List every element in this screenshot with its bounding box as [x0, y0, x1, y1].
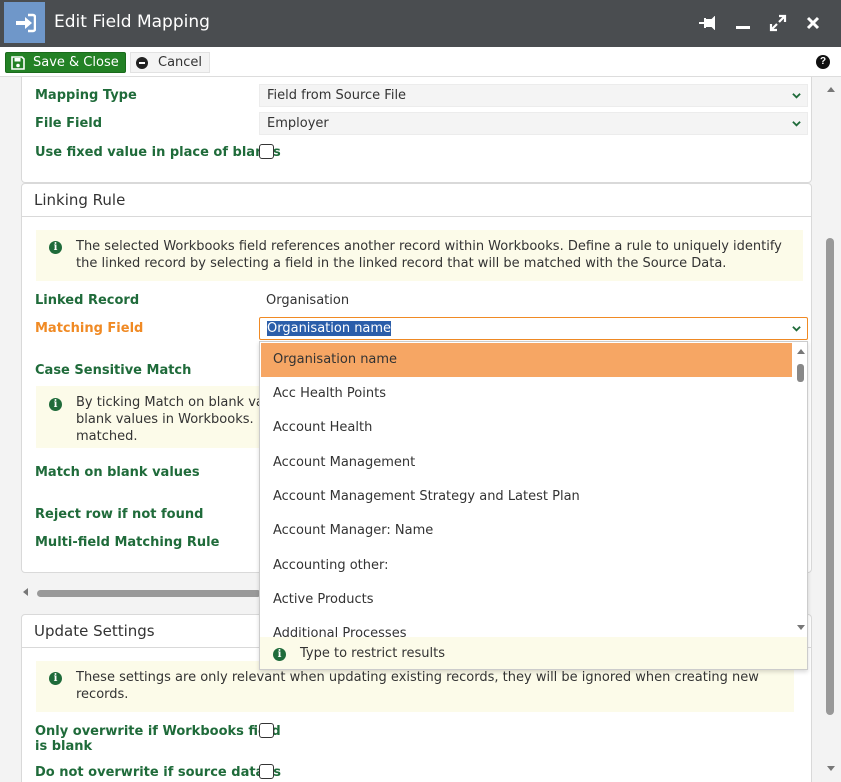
- dropdown-option[interactable]: Account Manager: Name: [261, 514, 792, 548]
- info-icon: i: [49, 398, 62, 411]
- window-titlebar: Edit Field Mapping: [0, 0, 841, 47]
- file-field-label: File Field: [35, 116, 103, 131]
- blank-info-box: i By ticking Match on blank va blank val…: [36, 386, 276, 448]
- dropdown-option[interactable]: Acc Health Points: [261, 377, 792, 411]
- use-fixed-value-label: Use fixed value in place of blanks: [35, 145, 281, 160]
- form-content: Mapping Type Field from Source File File…: [0, 77, 841, 782]
- dropdown-option[interactable]: Account Management: [261, 446, 792, 480]
- matching-field-select[interactable]: Organisation name: [259, 317, 808, 340]
- info-icon: i: [273, 648, 286, 661]
- blank-info-line-3: matched.: [76, 429, 138, 444]
- file-field-select[interactable]: Employer: [259, 112, 808, 135]
- linking-rule-heading: Linking Rule: [22, 184, 811, 217]
- blank-info-line-2: blank values in Workbooks. I: [76, 412, 262, 427]
- linked-record-label: Linked Record: [35, 293, 140, 308]
- do-not-overwrite-checkbox[interactable]: [259, 764, 274, 779]
- dropdown-option[interactable]: Organisation name: [261, 343, 792, 377]
- scroll-down-icon[interactable]: [796, 624, 806, 632]
- dropdown-option[interactable]: Active Products: [261, 583, 792, 617]
- scroll-down-icon[interactable]: [826, 765, 836, 773]
- window-title: Edit Field Mapping: [54, 12, 210, 32]
- toolbar: Save & Close Cancel ?: [0, 47, 841, 77]
- mapping-type-select[interactable]: Field from Source File: [259, 84, 808, 107]
- help-icon[interactable]: ?: [816, 55, 830, 69]
- update-info-text: These settings are only relevant when up…: [76, 670, 759, 702]
- mapping-type-label: Mapping Type: [35, 88, 137, 103]
- dropdown-hint-text: Type to restrict results: [300, 646, 445, 661]
- info-icon: i: [49, 672, 62, 685]
- matching-field-value: Organisation name: [267, 321, 392, 336]
- dropdown-scrollbar[interactable]: [793, 342, 807, 637]
- dropdown-hint: i Type to restrict results: [260, 637, 807, 669]
- mapping-type-value: Field from Source File: [267, 88, 407, 103]
- linked-record-value: Organisation: [266, 293, 350, 308]
- vertical-scrollbar-thumb[interactable]: [826, 238, 834, 715]
- scroll-left-icon[interactable]: [21, 587, 31, 597]
- dropdown-option[interactable]: Account Health: [261, 411, 792, 445]
- file-field-value: Employer: [267, 116, 329, 131]
- multi-field-label: Multi-field Matching Rule: [35, 535, 220, 550]
- case-sensitive-label: Case Sensitive Match: [35, 363, 192, 378]
- chevron-down-icon: [792, 121, 801, 127]
- minus-circle-icon: [136, 56, 148, 69]
- scroll-up-icon[interactable]: [796, 347, 806, 355]
- matching-field-dropdown: Organisation name Acc Health Points Acco…: [259, 341, 808, 670]
- linking-info-text: The selected Workbooks field references …: [76, 239, 782, 271]
- minimize-icon[interactable]: [732, 12, 754, 34]
- chevron-down-icon: [792, 93, 801, 99]
- save-icon: [11, 55, 25, 70]
- sign-in-icon: [4, 2, 45, 43]
- horizontal-scrollbar-thumb[interactable]: [37, 590, 261, 597]
- use-fixed-value-checkbox[interactable]: [259, 144, 274, 159]
- linking-info-box: i The selected Workbooks field reference…: [36, 230, 803, 281]
- cancel-button[interactable]: Cancel: [130, 52, 210, 73]
- save-close-button[interactable]: Save & Close: [5, 52, 126, 73]
- dropdown-option[interactable]: Accounting other:: [261, 549, 792, 583]
- scroll-up-icon[interactable]: [826, 85, 836, 93]
- only-overwrite-checkbox[interactable]: [259, 723, 274, 738]
- pin-icon[interactable]: [697, 12, 719, 34]
- info-icon: i: [49, 241, 62, 254]
- match-blank-label: Match on blank values: [35, 465, 200, 480]
- blank-info-line-1: By ticking Match on blank va: [76, 395, 264, 410]
- cancel-label: Cancel: [158, 55, 203, 70]
- save-close-label: Save & Close: [33, 55, 119, 70]
- close-icon[interactable]: [802, 12, 824, 34]
- dropdown-scroll-thumb[interactable]: [797, 364, 804, 382]
- reject-row-label: Reject row if not found: [35, 507, 204, 522]
- only-overwrite-line-1: Only overwrite if Workbooks field: [35, 724, 281, 739]
- chevron-down-icon: [792, 326, 801, 332]
- maximize-icon[interactable]: [767, 12, 789, 34]
- do-not-overwrite-label: Do not overwrite if source data is: [35, 765, 282, 780]
- only-overwrite-label: Only overwrite if Workbooks field is bla…: [35, 724, 281, 754]
- dropdown-option[interactable]: Account Management Strategy and Latest P…: [261, 480, 792, 514]
- only-overwrite-line-2: is blank: [35, 739, 93, 754]
- matching-field-label: Matching Field: [35, 321, 144, 336]
